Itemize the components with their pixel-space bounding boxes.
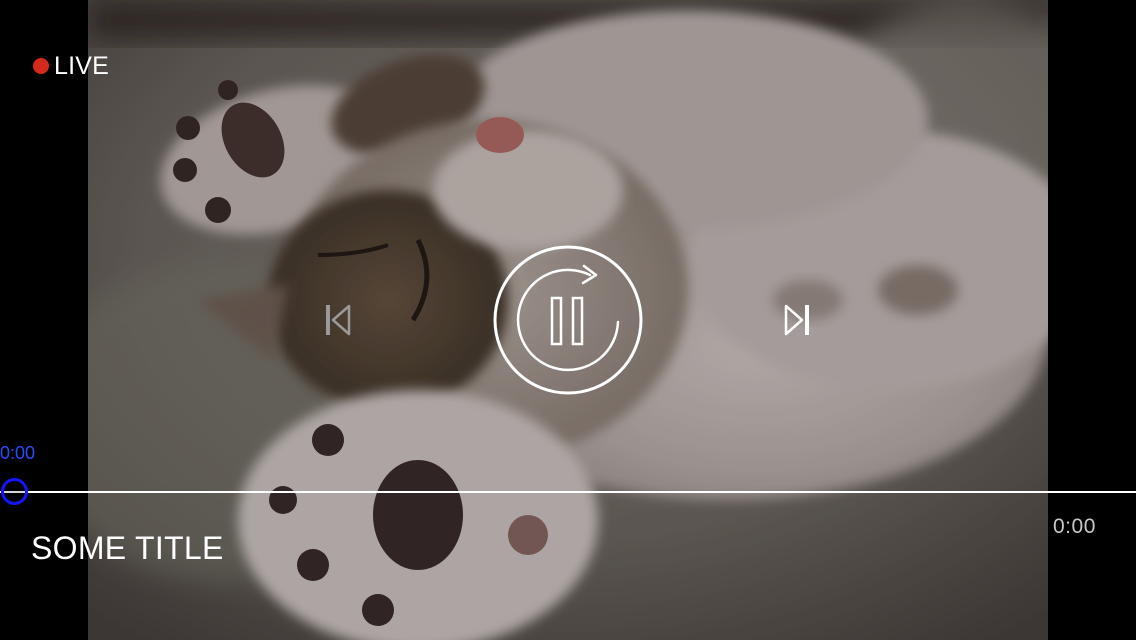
skip-previous-icon	[326, 304, 351, 336]
progress-track[interactable]	[0, 491, 1136, 493]
video-title: SOME TITLE	[31, 530, 224, 566]
next-button[interactable]	[777, 298, 817, 342]
skip-next-icon	[784, 304, 809, 336]
duration-label: 0:00	[1053, 515, 1096, 538]
live-indicator: LIVE	[33, 53, 109, 79]
live-label: LIVE	[54, 52, 109, 80]
video-player[interactable]: LIVE 0:00 0:00 SOME TITLE	[0, 0, 1136, 640]
current-time-label: 0:00	[0, 443, 36, 463]
previous-button[interactable]	[318, 298, 358, 342]
play-pause-button[interactable]	[492, 244, 644, 396]
pause-replay-icon	[493, 245, 643, 395]
scrubber-thumb[interactable]	[1, 478, 28, 505]
live-dot-icon	[33, 58, 49, 74]
